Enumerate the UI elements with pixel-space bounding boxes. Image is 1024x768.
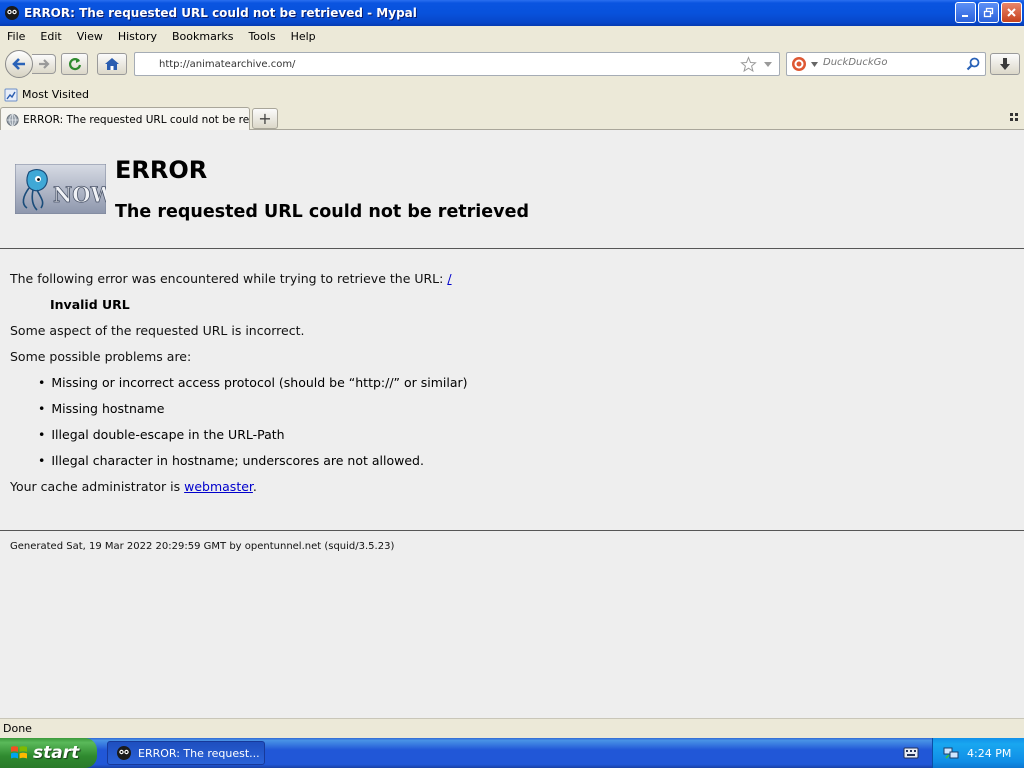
problems-intro: Some possible problems are: bbox=[10, 349, 192, 364]
taskbar: start ERROR: The request... 4:24 PM bbox=[0, 738, 1024, 768]
keyboard-language-icon[interactable] bbox=[903, 746, 919, 760]
menu-bookmarks[interactable]: Bookmarks bbox=[165, 30, 241, 43]
system-tray: 4:24 PM bbox=[932, 738, 1024, 768]
navigation-toolbar bbox=[0, 46, 1024, 82]
tab-label: ERROR: The requested URL could not be re… bbox=[23, 113, 249, 126]
url-input[interactable] bbox=[159, 58, 729, 70]
admin-paragraph: Your cache administrator is webmaster. bbox=[10, 479, 257, 494]
restore-icon bbox=[983, 7, 994, 18]
minimize-button[interactable] bbox=[955, 2, 976, 23]
bookmark-star-icon[interactable] bbox=[740, 56, 757, 73]
problem-item: Illegal character in hostname; underscor… bbox=[38, 453, 424, 468]
squid-logo: NOW bbox=[15, 164, 106, 214]
footer-divider bbox=[0, 530, 1024, 531]
logo-text: NOW bbox=[53, 182, 106, 207]
problem-item: Missing or incorrect access protocol (sh… bbox=[38, 375, 467, 390]
network-icon[interactable] bbox=[943, 745, 959, 761]
error-header: NOW ERROR The requested URL could not be… bbox=[0, 130, 1024, 249]
home-icon bbox=[105, 58, 119, 70]
most-visited-icon bbox=[4, 88, 18, 101]
reload-button[interactable] bbox=[61, 53, 88, 75]
problem-item: Missing hostname bbox=[38, 401, 164, 416]
page-globe-icon bbox=[6, 113, 19, 126]
downloads-button[interactable] bbox=[990, 53, 1020, 75]
close-button[interactable] bbox=[1001, 2, 1022, 23]
tab-strip: ERROR: The requested URL could not be re… bbox=[0, 106, 1024, 131]
reload-icon bbox=[68, 58, 81, 71]
search-engine-dropdown-icon[interactable] bbox=[811, 62, 818, 67]
search-input[interactable] bbox=[823, 57, 963, 68]
window-title: ERROR: The requested URL could not be re… bbox=[24, 6, 417, 20]
page-subheading: The requested URL could not be retrieved bbox=[115, 202, 529, 222]
menu-bar: File Edit View History Bookmarks Tools H… bbox=[0, 26, 1024, 46]
mypal-app-icon bbox=[5, 6, 19, 20]
url-dropdown-icon[interactable] bbox=[763, 61, 773, 68]
retrieved-url-link[interactable]: / bbox=[447, 271, 451, 286]
back-button[interactable] bbox=[5, 50, 33, 78]
duckduckgo-icon[interactable] bbox=[791, 56, 807, 72]
mypal-task-icon bbox=[117, 746, 131, 760]
back-arrow-icon bbox=[12, 58, 25, 70]
clock[interactable]: 4:24 PM bbox=[967, 747, 1011, 760]
title-bar[interactable]: ERROR: The requested URL could not be re… bbox=[0, 0, 1024, 26]
url-bar[interactable] bbox=[134, 52, 780, 76]
start-label: start bbox=[33, 743, 80, 763]
page-content: NOW ERROR The requested URL could not be… bbox=[0, 130, 1024, 718]
window-controls bbox=[955, 2, 1022, 23]
forward-arrow-icon bbox=[38, 59, 50, 69]
start-button[interactable]: start bbox=[0, 738, 97, 768]
menu-history[interactable]: History bbox=[111, 30, 165, 43]
restore-button[interactable] bbox=[978, 2, 999, 23]
page-heading: ERROR bbox=[115, 156, 208, 184]
error-type: Invalid URL bbox=[50, 297, 130, 312]
taskbar-window-button[interactable]: ERROR: The request... bbox=[107, 741, 265, 765]
close-icon bbox=[1007, 8, 1016, 17]
error-description: Some aspect of the requested URL is inco… bbox=[10, 323, 305, 338]
admin-suffix: . bbox=[252, 479, 257, 494]
search-bar[interactable] bbox=[786, 52, 986, 76]
minimize-icon bbox=[962, 15, 968, 17]
tab-active[interactable]: ERROR: The requested URL could not be re… bbox=[0, 107, 250, 131]
new-tab-button[interactable]: + bbox=[252, 108, 278, 129]
admin-prefix: Your cache administrator is bbox=[10, 479, 185, 494]
bookmark-most-visited[interactable]: Most Visited bbox=[4, 88, 89, 102]
webmaster-link[interactable]: webmaster bbox=[184, 479, 253, 494]
menu-edit[interactable]: Edit bbox=[33, 30, 69, 43]
search-icon[interactable] bbox=[966, 57, 980, 71]
bookmarks-toolbar: Most Visited bbox=[0, 84, 1024, 105]
menu-view[interactable]: View bbox=[70, 30, 111, 43]
status-text: Done bbox=[3, 722, 32, 735]
problem-item: Illegal double-escape in the URL-Path bbox=[38, 427, 284, 442]
menu-help[interactable]: Help bbox=[284, 30, 324, 43]
home-button[interactable] bbox=[97, 53, 127, 75]
status-bar: Done bbox=[0, 718, 1024, 738]
task-label: ERROR: The request... bbox=[138, 746, 260, 760]
intro-text: The following error was encountered whil… bbox=[10, 271, 448, 286]
menu-tools[interactable]: Tools bbox=[241, 30, 283, 43]
tab-list-icon[interactable] bbox=[1009, 112, 1019, 122]
windows-logo-icon bbox=[11, 746, 27, 759]
intro-paragraph: The following error was encountered whil… bbox=[10, 271, 452, 286]
most-visited-label: Most Visited bbox=[22, 88, 89, 101]
download-arrow-icon bbox=[1000, 58, 1010, 70]
menu-file[interactable]: File bbox=[0, 30, 33, 43]
generated-footer: Generated Sat, 19 Mar 2022 20:29:59 GMT … bbox=[10, 541, 395, 552]
forward-button[interactable] bbox=[32, 54, 56, 74]
